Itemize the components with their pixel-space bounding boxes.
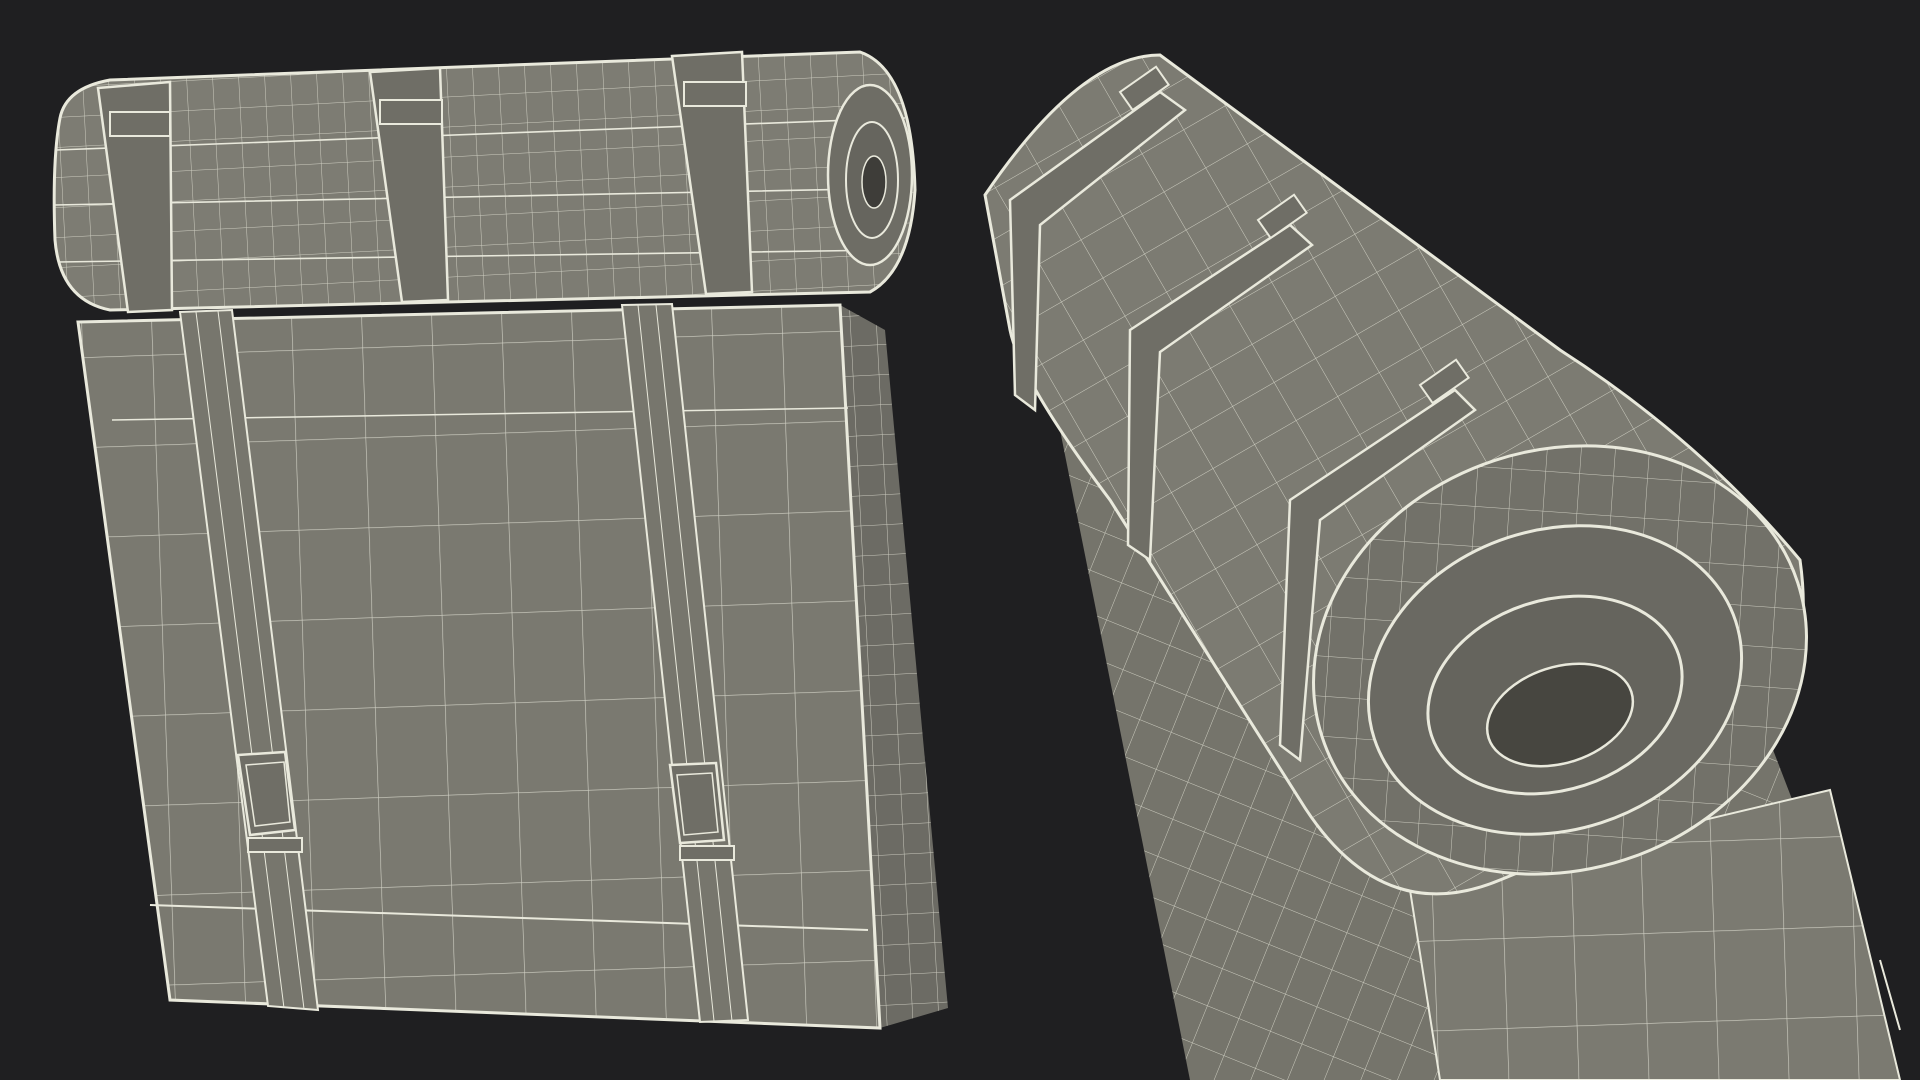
wireframe-render	[52, 50, 1902, 1080]
bedroll-top	[52, 50, 917, 314]
render-viewport	[0, 0, 1920, 1080]
backpack-front-view	[76, 302, 948, 1030]
bedroll-closeup-view	[983, 53, 1902, 1080]
